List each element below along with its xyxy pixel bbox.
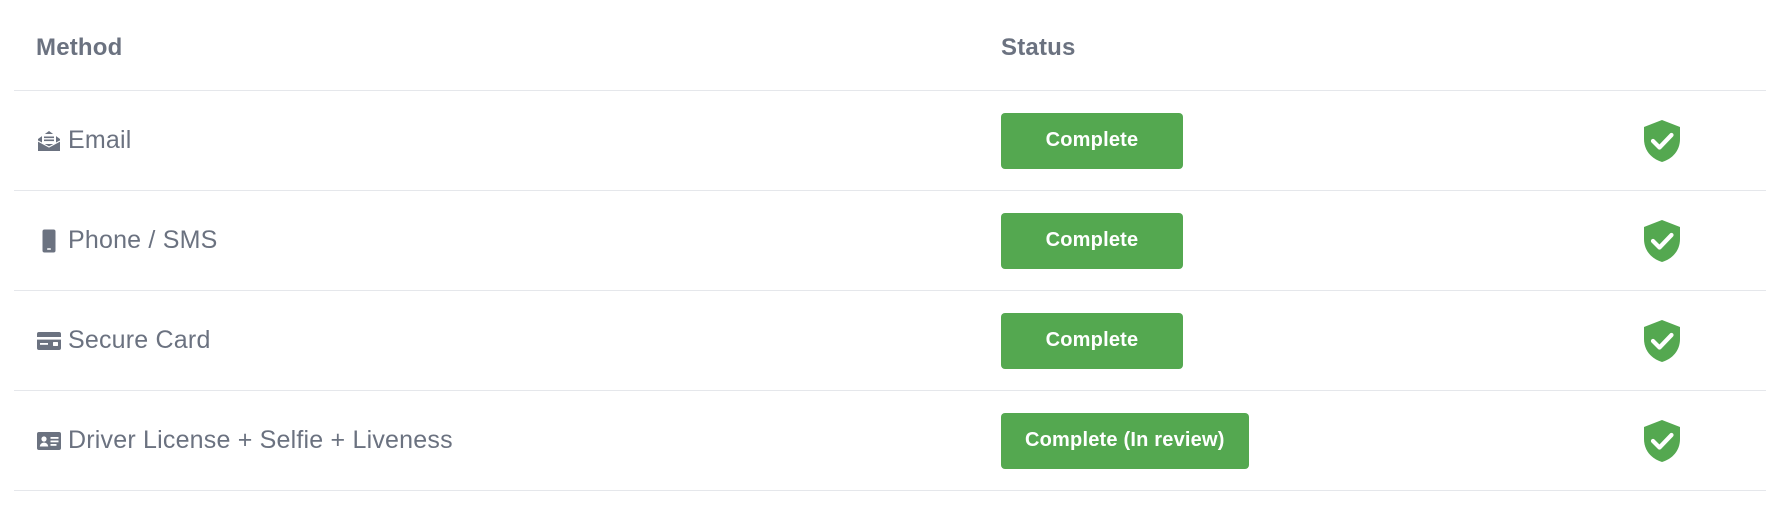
table-row: Email Complete <box>14 91 1766 191</box>
shield-check-icon <box>1642 191 1682 290</box>
method-cell: Email <box>36 91 132 190</box>
shield-check-icon <box>1642 391 1682 490</box>
method-label: Secure Card <box>68 326 211 354</box>
mobile-phone-icon <box>36 228 62 254</box>
status-in-review-button[interactable]: Complete (In review) <box>1001 412 1249 469</box>
table-header-row: Method Status <box>14 0 1766 91</box>
status-cell: Complete <box>1001 91 1183 190</box>
credit-card-icon <box>36 328 62 354</box>
shield-check-icon <box>1642 91 1682 190</box>
column-header-status: Status <box>1001 34 1076 61</box>
status-cell: Complete <box>1001 191 1183 290</box>
method-cell: Secure Card <box>36 291 211 390</box>
method-label: Phone / SMS <box>68 226 218 254</box>
id-card-icon <box>36 428 62 454</box>
table-row: Phone / SMS Complete <box>14 191 1766 291</box>
status-complete-button[interactable]: Complete <box>1001 112 1183 169</box>
method-cell: Phone / SMS <box>36 191 218 290</box>
verification-methods-table: Method Status Email Complete Phone / SMS… <box>14 0 1766 491</box>
shield-check-icon <box>1642 291 1682 390</box>
status-cell: Complete (In review) <box>1001 391 1249 490</box>
envelope-open-icon <box>36 128 62 154</box>
method-label: Driver License + Selfie + Liveness <box>68 426 453 454</box>
table-row: Secure Card Complete <box>14 291 1766 391</box>
method-label: Email <box>68 126 132 154</box>
table-row: Driver License + Selfie + Liveness Compl… <box>14 391 1766 491</box>
status-complete-button[interactable]: Complete <box>1001 312 1183 369</box>
status-cell: Complete <box>1001 291 1183 390</box>
column-header-method: Method <box>36 34 123 61</box>
status-complete-button[interactable]: Complete <box>1001 212 1183 269</box>
method-cell: Driver License + Selfie + Liveness <box>36 391 453 490</box>
